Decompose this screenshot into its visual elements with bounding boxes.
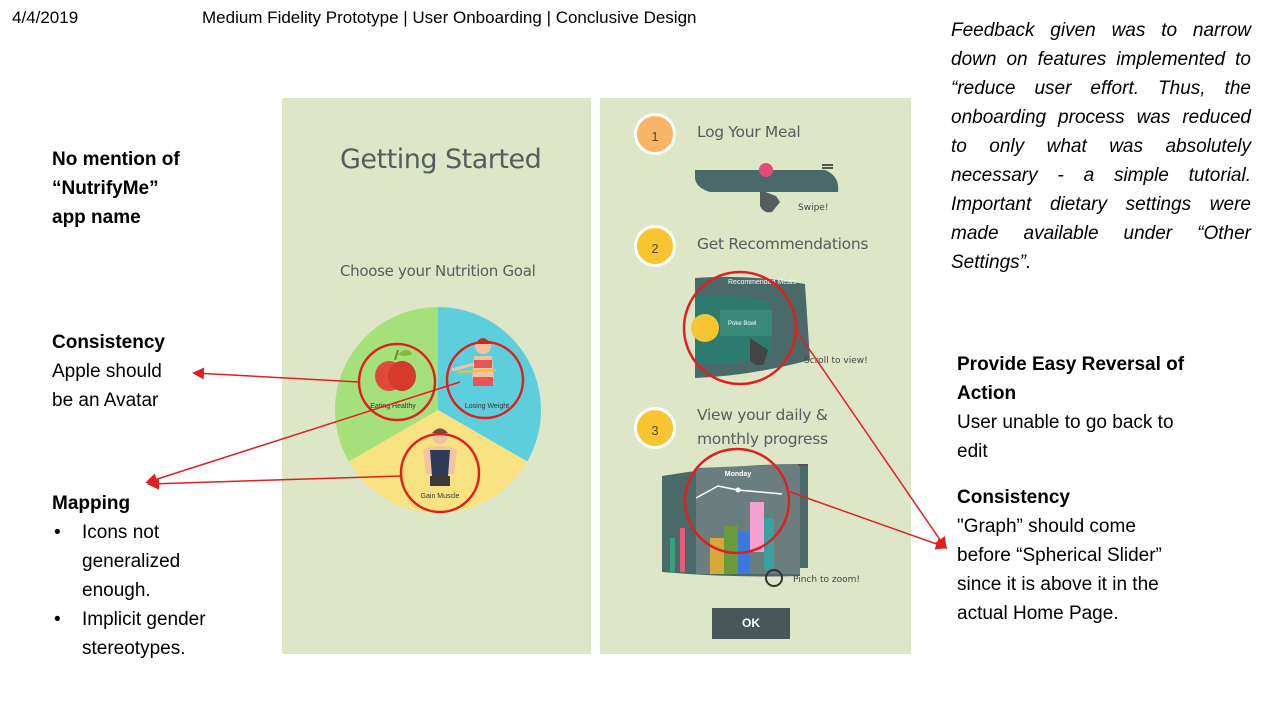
- highlight-circle-woman: [445, 340, 525, 420]
- highlight-circle-graph: [683, 447, 791, 555]
- highlight-circle-man: [399, 432, 481, 514]
- arrow-man-to-mapping: [147, 475, 402, 490]
- arrow-recommendations-to-consistency: [795, 329, 947, 550]
- highlight-circle-apple: [357, 342, 437, 422]
- arrow-graph-to-consistency: [789, 491, 948, 550]
- highlight-circle-recommendations: [682, 270, 798, 386]
- arrow-woman-to-mapping: [145, 381, 461, 485]
- annotation-overlay: [145, 270, 948, 555]
- arrow-apple-to-consistency: [192, 367, 360, 383]
